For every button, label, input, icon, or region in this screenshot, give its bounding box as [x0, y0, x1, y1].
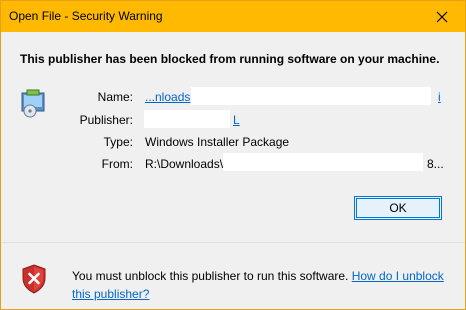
divider — [1, 242, 465, 243]
redacted-name — [191, 87, 431, 105]
type-label: Type: — [103, 135, 133, 149]
shield-error-icon — [22, 264, 46, 294]
name-tail-link[interactable]: i — [438, 90, 441, 104]
window-title: Open File - Security Warning — [9, 9, 163, 23]
close-button[interactable] — [419, 1, 465, 32]
type-value: Windows Installer Package — [145, 135, 290, 149]
footer-warning: You must unblock this publisher to run t… — [72, 267, 457, 303]
warning-headline: This publisher has been blocked from run… — [20, 52, 440, 66]
title-bar: Open File - Security Warning — [1, 1, 465, 32]
name-label: Name: — [97, 90, 133, 104]
publisher-label: Publisher: — [79, 113, 133, 127]
name-value-link[interactable]: ...nloads — [145, 90, 190, 104]
security-warning-dialog: Open File - Security Warning This publis… — [0, 0, 466, 310]
footer-message: You must unblock this publisher to run t… — [72, 269, 349, 283]
from-label: From: — [101, 157, 133, 171]
from-value: R:\Downloads\ — [145, 157, 224, 171]
publisher-link[interactable]: L — [233, 113, 240, 127]
redacted-publisher — [144, 110, 230, 128]
close-icon — [436, 11, 448, 22]
redacted-from — [223, 153, 423, 171]
ok-button[interactable]: OK — [354, 196, 442, 220]
from-tail: 8... — [427, 157, 444, 171]
